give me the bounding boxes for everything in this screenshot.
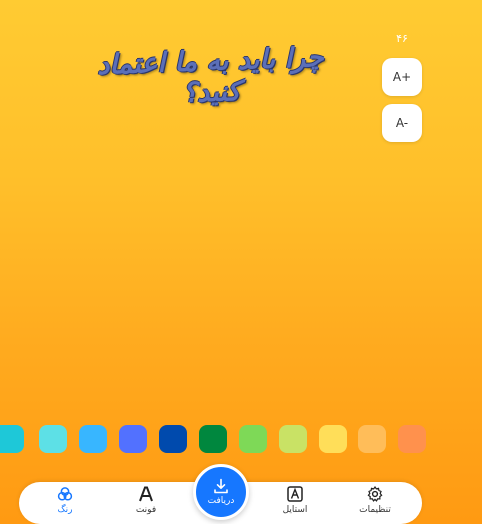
headline-text[interactable]: چرا باید به ما اعتماد کنید؟ [95, 42, 327, 112]
nav-font-label: فونت [135, 505, 157, 515]
nav-style[interactable]: استایل [265, 486, 325, 520]
nav-font[interactable]: فونت [116, 486, 176, 520]
color-palette [0, 425, 482, 453]
nav-settings[interactable]: تنظیمات [345, 486, 405, 520]
download-button[interactable]: دریافت [193, 464, 249, 520]
color-swatch[interactable] [119, 425, 147, 453]
color-swatch[interactable] [319, 425, 347, 453]
nav-settings-label: تنظیمات [359, 505, 391, 515]
color-swatch[interactable] [239, 425, 267, 453]
nav-color-label: رنگ [57, 505, 73, 515]
style-icon [287, 486, 303, 502]
decrease-font-button[interactable]: A- [382, 104, 422, 142]
download-icon [214, 478, 228, 494]
color-swatch[interactable] [79, 425, 107, 453]
color-swatch[interactable] [0, 425, 24, 453]
nav-color[interactable]: رنگ [35, 486, 95, 520]
increase-font-button[interactable]: A+ [382, 58, 422, 96]
download-label: دریافت [207, 496, 235, 506]
font-size-value: ۴۶ [396, 32, 408, 45]
editor-canvas: چرا باید به ما اعتماد کنید؟ ۴۶ A+ A- رنگ [0, 0, 482, 524]
nav-style-label: استایل [282, 505, 308, 515]
color-swatch[interactable] [159, 425, 187, 453]
color-swatch[interactable] [358, 425, 386, 453]
color-swatch[interactable] [39, 425, 67, 453]
font-icon [139, 486, 153, 502]
color-swatch[interactable] [199, 425, 227, 453]
color-swatch[interactable] [398, 425, 426, 453]
gear-icon [367, 486, 383, 502]
color-swatch[interactable] [279, 425, 307, 453]
palette-icon [57, 487, 73, 501]
